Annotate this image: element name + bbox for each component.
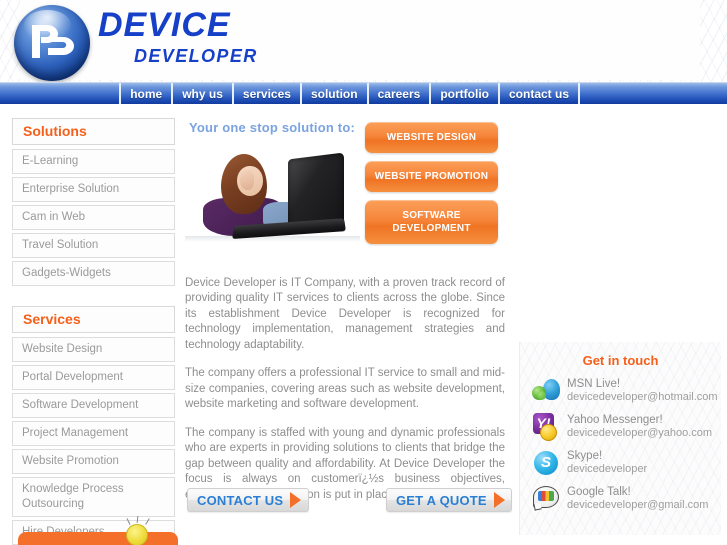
contact-text: Skype! devicedeveloper — [567, 450, 647, 476]
contact-text: MSN Live! devicedeveloper@hotmail.com — [567, 378, 718, 404]
service-button-website-promotion[interactable]: WEBSITE PROMOTION — [365, 161, 498, 192]
hero-tagline: Your one stop solution to: — [189, 120, 355, 135]
contact-service-name: Google Talk! — [567, 486, 631, 498]
brand-wordmark[interactable]: DEVICE DEVELOPER — [98, 8, 338, 72]
contact-us-label: CONTACT US — [197, 492, 284, 508]
get-a-quote-button[interactable]: GET A QUOTE — [386, 488, 512, 512]
contact-service-name: MSN Live! — [567, 378, 621, 390]
nav-item-solution[interactable]: solution — [299, 83, 367, 105]
sidebar-item-project-management[interactable]: Project Management — [12, 421, 175, 446]
hero-service-buttons: WEBSITE DESIGN WEBSITE PROMOTION SOFTWARE … — [365, 122, 507, 252]
yahoo-messenger-icon: Y! — [532, 413, 560, 441]
nav-item-services[interactable]: services — [231, 83, 300, 105]
get-in-touch-heading: Get in touch — [582, 353, 659, 368]
sidebar-item-website-design[interactable]: Website Design — [12, 337, 175, 362]
sidebar-heading-services: Services — [12, 306, 175, 333]
sidebar-list-services: Website Design Portal Development Software… — [12, 337, 175, 545]
sidebar-heading-solutions: Solutions — [12, 118, 175, 145]
intro-paragraph: The company offers a professional IT ser… — [185, 367, 505, 410]
nav-item-careers[interactable]: careers — [366, 83, 430, 105]
nav-item-home[interactable]: home — [119, 83, 171, 105]
brand-line-developer: DEVELOPER — [134, 46, 258, 66]
dd-monogram-sphere-icon[interactable] — [14, 5, 90, 81]
sidebar-item-e-learning[interactable]: E-Learning — [12, 149, 175, 174]
contact-row[interactable]: S Skype! devicedeveloper — [532, 449, 721, 477]
sidebar-item-software-development[interactable]: Software Development — [12, 393, 175, 418]
arrow-right-icon — [493, 492, 505, 508]
contact-handle: devicedeveloper@hotmail.com — [567, 391, 718, 403]
intro-paragraphs: Device Developer is IT Company, with a p… — [185, 264, 505, 516]
sidebar-item-portal-development[interactable]: Portal Development — [12, 365, 175, 390]
site-header: DEVICE DEVELOPER — [0, 0, 727, 82]
page-root: DEVICE DEVELOPER home why us services solut… — [0, 0, 727, 545]
contact-text: Google Talk! devicedeveloper@gmail.com — [567, 486, 708, 512]
contact-text: Yahoo Messenger! devicedeveloper@yahoo.co… — [567, 414, 712, 440]
contact-row[interactable]: MSN Live! devicedeveloper@hotmail.com — [532, 377, 721, 405]
nav-item-why-us[interactable]: why us — [171, 83, 232, 105]
lightbulb-icon — [126, 524, 148, 545]
cta-button-row: CONTACT US GET A QUOTE — [187, 488, 517, 514]
bottom-orange-banner — [18, 532, 178, 545]
dd-monogram-glyph — [14, 5, 90, 81]
get-a-quote-label: GET A QUOTE — [396, 492, 487, 508]
contact-row[interactable]: Y! Yahoo Messenger! devicedeveloper@yahoo.… — [532, 413, 721, 441]
woman-with-laptop-photo — [185, 140, 360, 250]
sidebar-item-gadgets-widgets[interactable]: Gadgets-Widgets — [12, 261, 175, 286]
skype-icon: S — [532, 449, 560, 477]
sidebar-item-knowledge-process-outsourcing[interactable]: Knowledge Process Outsourcing — [12, 477, 175, 517]
contact-handle: devicedeveloper — [567, 463, 648, 475]
nav-item-portfolio[interactable]: portfolio — [429, 83, 498, 105]
contact-handle: devicedeveloper@yahoo.com — [567, 427, 713, 439]
contact-row[interactable]: Google Talk! devicedeveloper@gmail.com — [532, 485, 721, 513]
sidebar-item-cam-in-web[interactable]: Cam in Web — [12, 205, 175, 230]
arrow-right-icon — [290, 492, 302, 508]
msn-messenger-icon — [532, 377, 560, 405]
service-button-website-design[interactable]: WEBSITE DESIGN — [365, 122, 498, 153]
nav-item-contact-us[interactable]: contact us — [497, 83, 580, 105]
nav-items-container: home why us services solution careers portfol… — [119, 83, 580, 105]
service-button-software-development[interactable]: SOFTWARE DEVELOPMENT — [365, 200, 498, 244]
contact-us-button[interactable]: CONTACT US — [187, 488, 309, 512]
sidebar-item-travel-solution[interactable]: Travel Solution — [12, 233, 175, 258]
contact-service-name: Yahoo Messenger! — [567, 414, 663, 426]
contact-handle: devicedeveloper@gmail.com — [567, 499, 709, 511]
brand-line-device: DEVICE — [98, 6, 231, 44]
contact-list: MSN Live! devicedeveloper@hotmail.com Y! Ya… — [520, 377, 721, 513]
photo-surface-shadow — [185, 236, 360, 242]
photo-hand — [240, 170, 254, 190]
page-content: Solutions E-Learning Enterprise Solution C… — [0, 104, 727, 545]
intro-paragraph: Device Developer is IT Company, with a p… — [185, 276, 505, 351]
sidebar-item-enterprise-solution[interactable]: Enterprise Solution — [12, 177, 175, 202]
google-talk-icon — [532, 485, 560, 513]
get-in-touch-panel: Get in touch MSN Live! devicedeveloper@ho… — [519, 342, 721, 535]
contact-service-name: Skype! — [567, 450, 603, 462]
sidebar-list-solutions: E-Learning Enterprise Solution Cam in Web T… — [12, 149, 175, 286]
main-navigation: home why us services solution careers portfol… — [0, 82, 727, 105]
sidebar-item-website-promotion[interactable]: Website Promotion — [12, 449, 175, 474]
left-sidebar: Solutions E-Learning Enterprise Solution C… — [12, 118, 175, 545]
